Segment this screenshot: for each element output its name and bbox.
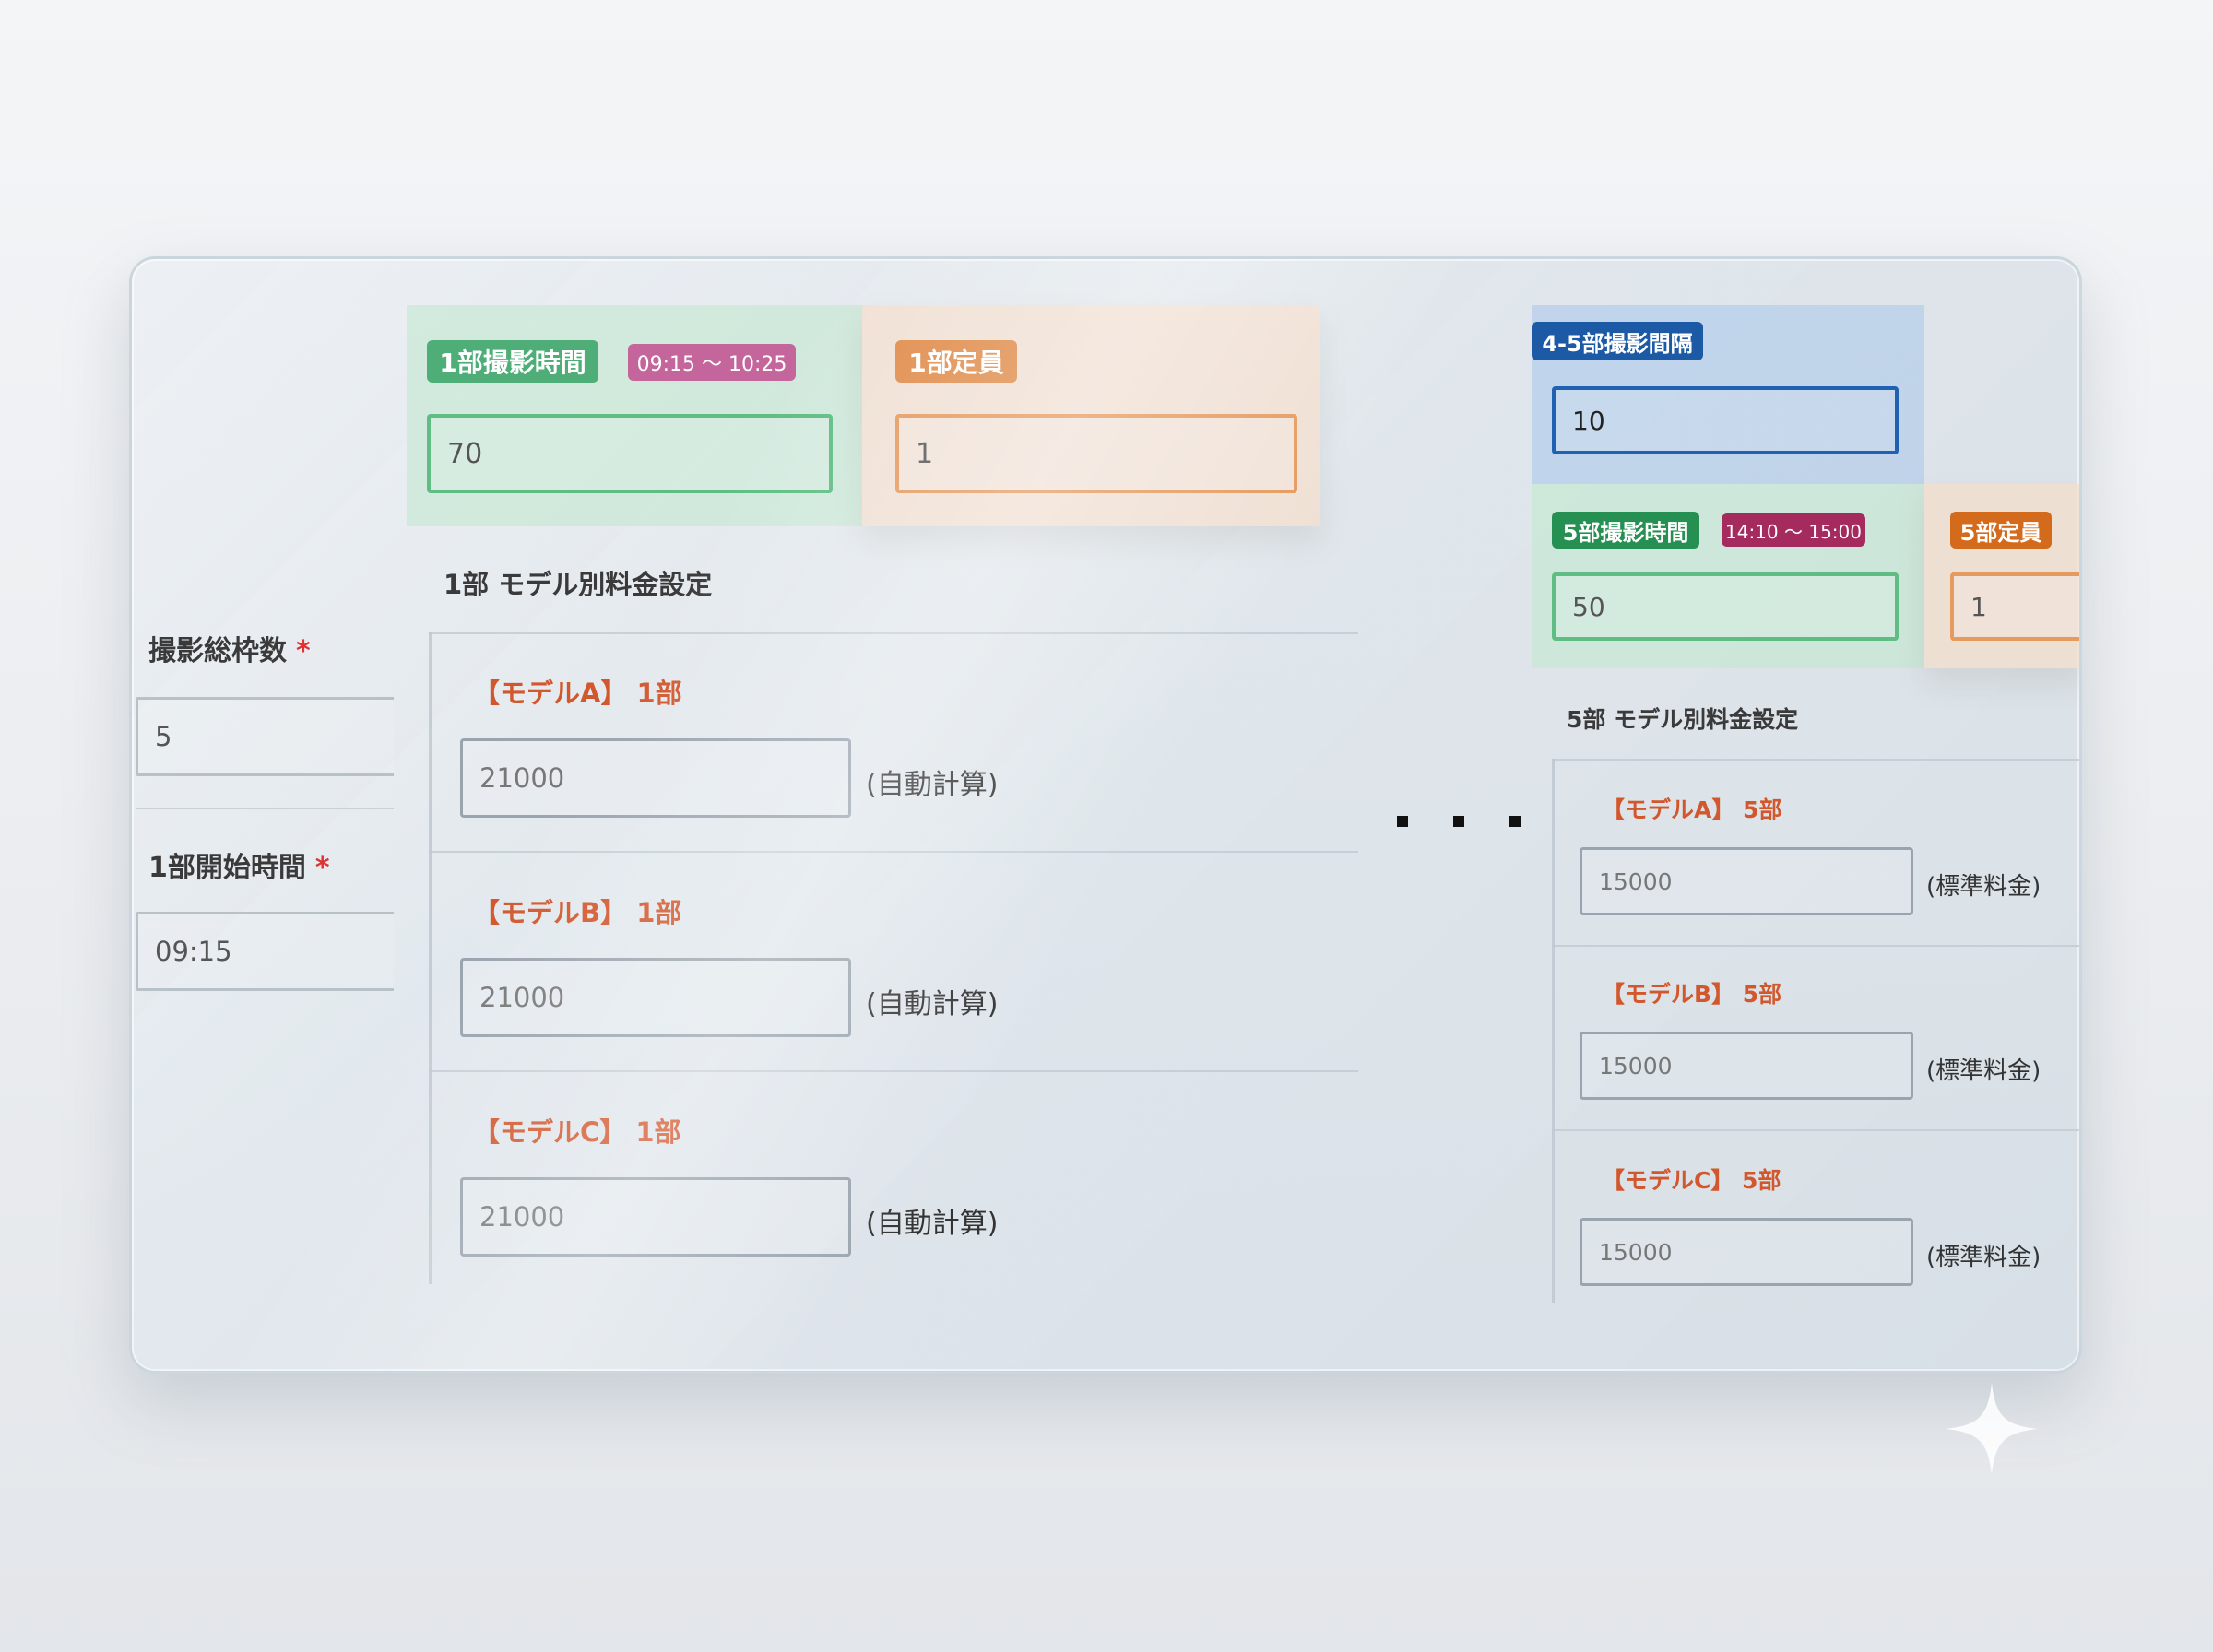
part5-pricing-left-border xyxy=(1552,759,1555,1303)
part1-duration-badge: 1部撮影時間 xyxy=(427,340,598,383)
part5-capacity-badge: 5部定員 xyxy=(1950,512,2052,549)
part5-model-a-note: (標準料金) xyxy=(1926,873,2041,901)
total-slots-value: 5 xyxy=(155,721,172,752)
part1-pricing-title: 1部 モデル別料金設定 xyxy=(444,569,713,600)
part5-pricing-title: 5部 モデル別料金設定 xyxy=(1567,706,1799,733)
part1-model-b-label: 【モデルB】 1部 xyxy=(473,897,682,928)
part1-capacity-badge: 1部定員 xyxy=(895,340,1017,383)
start-time-label-text: 1部開始時間 xyxy=(148,852,306,884)
part5-model-divider xyxy=(1552,945,2079,947)
part5-time-range-badge: 14:10 ～ 15:00 xyxy=(1722,513,1865,547)
part5-duration-value: 50 xyxy=(1572,591,1605,622)
interval-badge: 4-5部撮影間隔 xyxy=(1532,322,1703,360)
part5-model-c-note: (標準料金) xyxy=(1926,1244,2041,1271)
part5-model-divider xyxy=(1552,1129,2079,1131)
part5-model-c-price: 15000 xyxy=(1599,1238,1673,1266)
part1-model-c-note: (自動計算) xyxy=(866,1208,999,1240)
part5-model-b-price: 15000 xyxy=(1599,1052,1673,1080)
required-mark: * xyxy=(296,635,311,667)
part1-model-divider xyxy=(429,1070,1358,1072)
part1-model-b-note: (自動計算) xyxy=(866,988,999,1021)
required-mark: * xyxy=(314,852,330,884)
part1-model-a-label: 【モデルA】 1部 xyxy=(473,678,682,709)
total-slots-label-text: 撮影総枠数 xyxy=(148,635,287,667)
part5-model-c-price-input[interactable]: 15000 xyxy=(1580,1218,1913,1286)
part5-pricing-divider-top xyxy=(1552,759,2079,761)
part5-duration-badge: 5部撮影時間 xyxy=(1552,512,1699,549)
part1-model-c-price-input[interactable]: 21000 xyxy=(460,1177,851,1257)
ellipsis-dot xyxy=(1397,816,1408,827)
part1-capacity-input[interactable]: 1 xyxy=(895,414,1297,493)
part1-duration-value: 70 xyxy=(447,437,483,470)
part5-model-b-label: 【モデルB】 5部 xyxy=(1602,981,1782,1008)
part5-duration-input[interactable]: 50 xyxy=(1552,572,1899,641)
part1-model-c-price: 21000 xyxy=(479,1201,565,1233)
part1-pricing-divider-top xyxy=(429,632,1358,634)
part5-model-b-price-input[interactable]: 15000 xyxy=(1580,1032,1913,1100)
part1-model-a-price-input[interactable]: 21000 xyxy=(460,738,851,818)
start-time-input[interactable]: 09:15 xyxy=(136,912,394,991)
ellipsis-dot xyxy=(1509,816,1521,827)
part1-model-c-label: 【モデルC】 1部 xyxy=(473,1116,681,1148)
part1-model-a-note: (自動計算) xyxy=(866,769,999,801)
interval-value: 10 xyxy=(1572,405,1605,436)
part1-model-divider xyxy=(429,851,1358,853)
part1-pricing-left-border xyxy=(429,632,432,1284)
part1-model-a-price: 21000 xyxy=(479,762,565,794)
part1-model-b-price-input[interactable]: 21000 xyxy=(460,958,851,1037)
part5-capacity-input[interactable]: 1 xyxy=(1950,572,2079,641)
left-divider xyxy=(136,808,394,809)
part5-model-b-note: (標準料金) xyxy=(1926,1057,2041,1085)
start-time-value: 09:15 xyxy=(155,936,232,967)
part5-model-a-price: 15000 xyxy=(1599,867,1673,895)
total-slots-label: 撮影総枠数 * xyxy=(148,628,311,668)
part5-model-c-label: 【モデルC】 5部 xyxy=(1602,1167,1781,1194)
part1-model-b-price: 21000 xyxy=(479,982,565,1013)
interval-input[interactable]: 10 xyxy=(1552,386,1899,454)
start-time-label: 1部開始時間 * xyxy=(148,844,330,885)
sparkle-icon xyxy=(1946,1383,2038,1475)
part5-model-a-label: 【モデルA】 5部 xyxy=(1602,796,1782,823)
part5-model-a-price-input[interactable]: 15000 xyxy=(1580,847,1913,915)
glass-card: 撮影総枠数 * 5 1部開始時間 * 09:15 1部撮影時間 09:15 ～ 10… xyxy=(129,256,2082,1374)
part5-capacity-value: 1 xyxy=(1970,591,1987,622)
part1-time-range-badge: 09:15 ～ 10:25 xyxy=(628,344,796,381)
total-slots-input[interactable]: 5 xyxy=(136,697,394,776)
part1-duration-input[interactable]: 70 xyxy=(427,414,833,493)
ellipsis-dot xyxy=(1453,816,1464,827)
part1-capacity-value: 1 xyxy=(916,437,934,470)
